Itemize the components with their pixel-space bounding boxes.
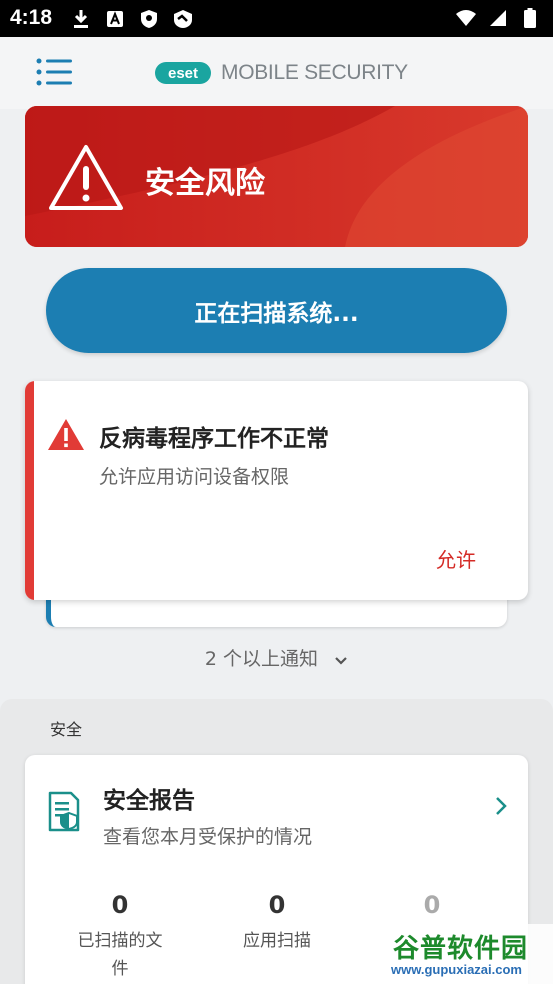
section-label: 安全 xyxy=(50,720,83,739)
chevron-right-icon xyxy=(496,797,507,815)
allow-button[interactable]: 允许 xyxy=(436,544,476,573)
watermark: 谷普软件园 www.gupuxiazai.com xyxy=(387,924,553,984)
status-notification-icons xyxy=(70,8,194,30)
stat-app-scans: 0 应用扫描 xyxy=(202,891,352,955)
stat-third: 0 xyxy=(357,891,507,927)
status-time: 4:18 xyxy=(10,6,53,29)
notification-accent-bar xyxy=(25,381,34,600)
eset-logo: eset xyxy=(155,62,211,84)
report-subtitle: 查看您本月受保护的情况 xyxy=(103,826,313,848)
svg-text:eset: eset xyxy=(168,65,198,82)
scan-system-button[interactable]: 正在扫描系统... xyxy=(46,268,507,353)
eset-status-icon xyxy=(172,8,194,30)
security-report-icon xyxy=(48,791,80,832)
cellular-signal-icon xyxy=(487,7,509,29)
watermark-url: www.gupuxiazai.com xyxy=(391,962,522,977)
stat-scanned-files: 0 已扫描的文件 xyxy=(45,891,195,983)
warning-triangle-icon xyxy=(49,145,123,210)
notification-card: 反病毒程序工作不正常 允许应用访问设备权限 允许 xyxy=(25,381,528,600)
status-system-icons xyxy=(455,7,541,29)
security-risk-banner[interactable]: 安全风险 xyxy=(25,106,528,247)
stat-value: 0 xyxy=(111,891,129,919)
wifi-icon xyxy=(455,7,477,29)
stat-value: 0 xyxy=(423,891,441,919)
chevron-down-icon xyxy=(334,649,348,671)
notification-subtitle: 允许应用访问设备权限 xyxy=(99,466,290,488)
report-title: 安全报告 xyxy=(103,788,195,814)
risk-title: 安全风险 xyxy=(145,166,265,201)
watermark-title: 谷普软件园 xyxy=(393,934,529,964)
stat-value: 0 xyxy=(268,891,286,919)
warning-icon xyxy=(48,419,84,450)
more-notifications-toggle[interactable]: 2 个以上通知 xyxy=(0,644,553,671)
notification-title: 反病毒程序工作不正常 xyxy=(99,426,329,452)
stat-label: 已扫描的文件 xyxy=(77,931,163,979)
more-notifications-label: 2 个以上通知 xyxy=(204,648,319,670)
menu-button[interactable] xyxy=(34,57,78,89)
brand-title: MOBILE SECURITY xyxy=(221,61,408,84)
app-badge-icon xyxy=(104,8,126,30)
status-bar: 4:18 xyxy=(0,0,553,37)
battery-icon xyxy=(519,7,541,29)
brand: eset MOBILE SECURITY xyxy=(155,61,408,85)
stat-label: 应用扫描 xyxy=(243,931,311,951)
menu-icon xyxy=(36,58,72,86)
app-bar: eset MOBILE SECURITY xyxy=(0,37,553,109)
download-icon xyxy=(70,8,92,30)
shield-status-icon xyxy=(138,8,160,30)
